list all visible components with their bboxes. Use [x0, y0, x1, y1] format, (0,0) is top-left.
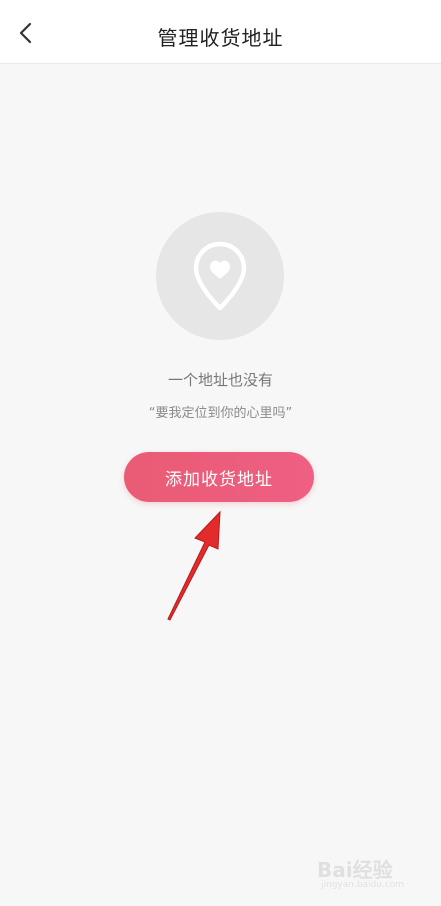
page-title: 管理收货地址	[157, 26, 284, 50]
watermark-subtext: jingyan.baidu.com	[321, 880, 405, 890]
watermark-text: Bai经验	[317, 858, 393, 882]
location-heart-icon	[193, 241, 247, 311]
empty-title: 一个地址也没有	[167, 371, 273, 389]
watermark: Bai经验 jingyan.baidu.com	[317, 852, 423, 896]
red-arrow-annotation	[167, 510, 221, 621]
empty-subtitle: “要我定位到你的心里吗”	[148, 406, 293, 421]
add-address-button[interactable]: 添加收货地址	[124, 452, 314, 502]
empty-illustration	[156, 212, 284, 340]
top-bar: 管理收货地址	[0, 0, 441, 64]
